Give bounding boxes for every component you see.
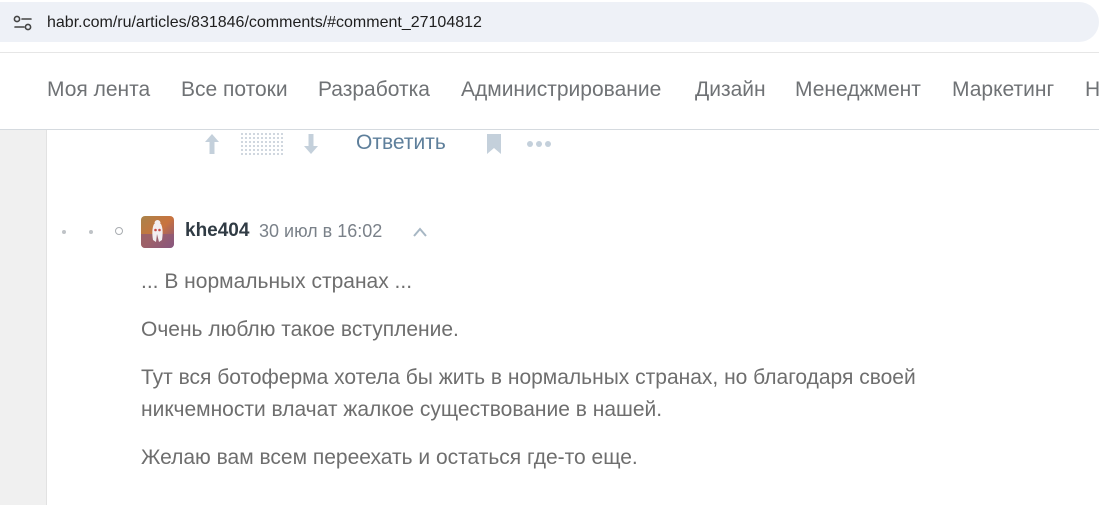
comment-paragraph: Очень люблю такое вступление. (141, 318, 459, 341)
nav-item-administration[interactable]: Администрирование (461, 78, 661, 102)
comment-paragraph: Желаю вам всем переехать и остаться где-… (141, 446, 638, 469)
thread-dot (62, 230, 66, 234)
nav-item-my-feed[interactable]: Моя лента (47, 78, 150, 102)
score-placeholder (240, 132, 284, 156)
nav-item-design[interactable]: Дизайн (695, 78, 766, 102)
comment-body: ... В нормальных странах ... Очень люблю… (141, 266, 1041, 490)
browser-toolbar: habr.com/ru/articles/831846/comments/#co… (0, 0, 1099, 53)
thread-ring[interactable] (115, 227, 123, 235)
avatar[interactable] (141, 216, 174, 248)
site-settings-icon[interactable] (13, 15, 33, 31)
nav-item-marketing[interactable]: Маркетинг (952, 78, 1054, 102)
comment-paragraph: ... В нормальных странах ... (141, 270, 413, 293)
nav-item-development[interactable]: Разработка (318, 78, 430, 102)
nav-item-more[interactable]: Н (1085, 78, 1099, 102)
thread-dot (89, 230, 93, 234)
arrow-down-icon[interactable] (302, 133, 320, 155)
reply-button[interactable]: Ответить (356, 131, 446, 155)
left-gutter (0, 130, 47, 505)
address-bar[interactable]: habr.com/ru/articles/831846/comments/#co… (0, 2, 1099, 42)
arrow-up-icon[interactable] (203, 133, 221, 155)
url-text[interactable]: habr.com/ru/articles/831846/comments/#co… (47, 14, 482, 32)
nav-item-management[interactable]: Менеджмент (795, 78, 921, 102)
chevron-up-icon[interactable] (412, 226, 428, 238)
comment-time[interactable]: 30 июл в 16:02 (259, 221, 382, 242)
comment-paragraph: Тут вся ботоферма хотела бы жить в норма… (141, 366, 916, 421)
site-nav: Моя лента Все потоки Разработка Админист… (0, 53, 1099, 130)
bookmark-icon[interactable] (486, 133, 502, 155)
comment-author[interactable]: khe404 (185, 220, 249, 242)
more-icon[interactable] (526, 140, 552, 148)
nav-item-all-streams[interactable]: Все потоки (181, 78, 288, 102)
